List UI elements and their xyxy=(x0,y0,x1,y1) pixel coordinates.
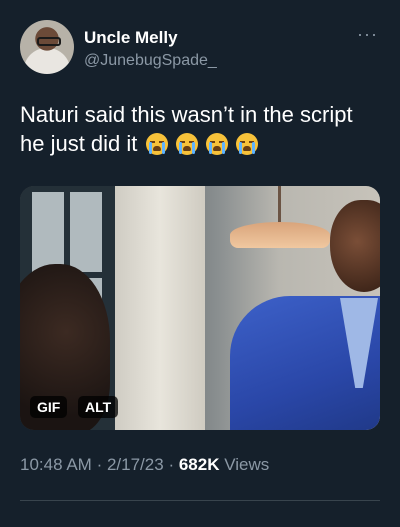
tweet-text: Naturi said this wasn’t in the script he… xyxy=(20,100,380,158)
tweet-time[interactable]: 10:48 AM xyxy=(20,455,92,474)
author-handle[interactable]: @JunebugSpade_ xyxy=(84,52,217,70)
more-options-icon[interactable]: ··· xyxy=(357,24,378,45)
alt-text-button[interactable]: ALT xyxy=(78,396,119,418)
meta-separator: · xyxy=(96,455,103,474)
avatar-glasses xyxy=(37,37,61,46)
tweet-header: Uncle Melly @JunebugSpade_ ··· xyxy=(20,20,380,80)
crying-face-icon xyxy=(235,133,258,155)
tweet-meta: 10:48 AM · 2/17/23 · 682K Views xyxy=(20,455,380,475)
crying-face-icon xyxy=(205,133,228,155)
crying-face-icon xyxy=(175,133,198,155)
tweet-media-gif[interactable]: GIF ALT xyxy=(20,186,380,430)
gif-badge: GIF xyxy=(30,396,68,418)
scene-curtain xyxy=(115,186,205,430)
avatar[interactable] xyxy=(20,20,74,74)
views-label: Views xyxy=(224,455,270,474)
author-name[interactable]: Uncle Melly xyxy=(84,28,178,48)
divider xyxy=(20,500,380,501)
tweet-date[interactable]: 2/17/23 xyxy=(107,455,164,474)
scene-lamp xyxy=(230,222,330,248)
crying-face-icon xyxy=(145,133,168,155)
scene-lamp-cord xyxy=(278,186,281,224)
meta-separator: · xyxy=(168,455,175,474)
views-count: 682K xyxy=(178,455,220,474)
